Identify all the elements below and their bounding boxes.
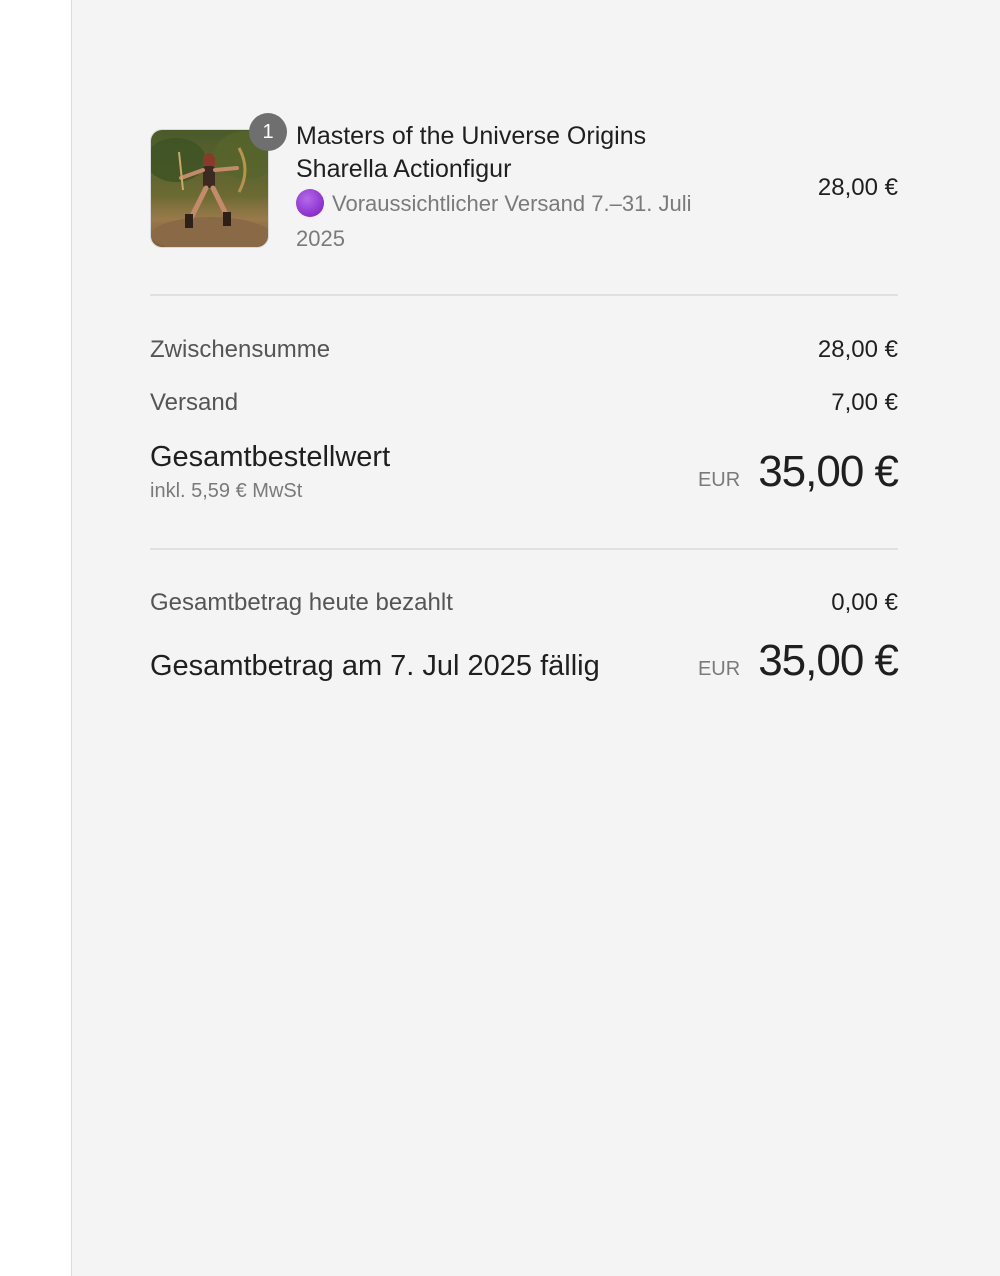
- left-margin: [0, 0, 72, 1276]
- action-figure-image: [151, 130, 268, 247]
- order-total-row: Gesamtbestellwert inkl. 5,59 € MwSt EUR …: [150, 441, 899, 503]
- subtotal-value: 28,00 €: [817, 336, 898, 363]
- product-info: Masters of the Universe Origins Sharella…: [296, 120, 736, 256]
- amount-due-row: Gesamtbetrag am 7. Jul 2025 fällig EUR 3…: [150, 636, 899, 686]
- subtotal-row: Zwischensumme 28,00 €: [150, 336, 898, 364]
- shipping-row: Versand 7,00 €: [150, 389, 898, 417]
- amount-due-label: Gesamtbetrag am 7. Jul 2025 fällig: [150, 650, 600, 682]
- order-total-label: Gesamtbestellwert: [150, 441, 391, 473]
- product-name-line-2: Sharella Actionfigur: [296, 155, 512, 183]
- product-name-line-1: Masters of the Universe Origins: [296, 122, 647, 150]
- paid-today-value: 0,00 €: [831, 589, 898, 616]
- quantity-badge: 1: [249, 113, 287, 151]
- paid-today-label: Gesamtbetrag heute bezahlt: [150, 589, 453, 616]
- amount-due-value: 35,00 €: [758, 636, 899, 685]
- shipping-estimate: Voraussichtlicher Versand 7.–31. Juli: [296, 186, 736, 221]
- shipping-estimate-line-2: 2025: [296, 226, 345, 251]
- currency-code: EUR: [697, 469, 741, 491]
- shipping-estimate-line-1: Voraussichtlicher Versand 7.–31. Juli: [332, 191, 692, 216]
- subtotal-label: Zwischensumme: [150, 336, 331, 363]
- order-total-amount: 35,00 €: [758, 447, 899, 496]
- divider: [150, 294, 898, 296]
- divider: [150, 548, 898, 550]
- tax-note: inkl. 5,59 € MwSt: [150, 480, 303, 502]
- shipping-label: Versand: [150, 389, 239, 416]
- purple-circle-icon: [296, 189, 324, 217]
- paid-today-row: Gesamtbetrag heute bezahlt 0,00 €: [150, 589, 898, 617]
- shipping-value: 7,00 €: [831, 389, 898, 416]
- currency-code: EUR: [697, 658, 741, 680]
- order-summary-panel: 1 Masters of the Universe Origins Sharel…: [72, 0, 1000, 1276]
- product-image: [150, 129, 269, 248]
- line-item: 1 Masters of the Universe Origins Sharel…: [150, 113, 898, 260]
- product-thumbnail-wrap: 1: [150, 113, 287, 248]
- product-price: 28,00 €: [817, 174, 898, 201]
